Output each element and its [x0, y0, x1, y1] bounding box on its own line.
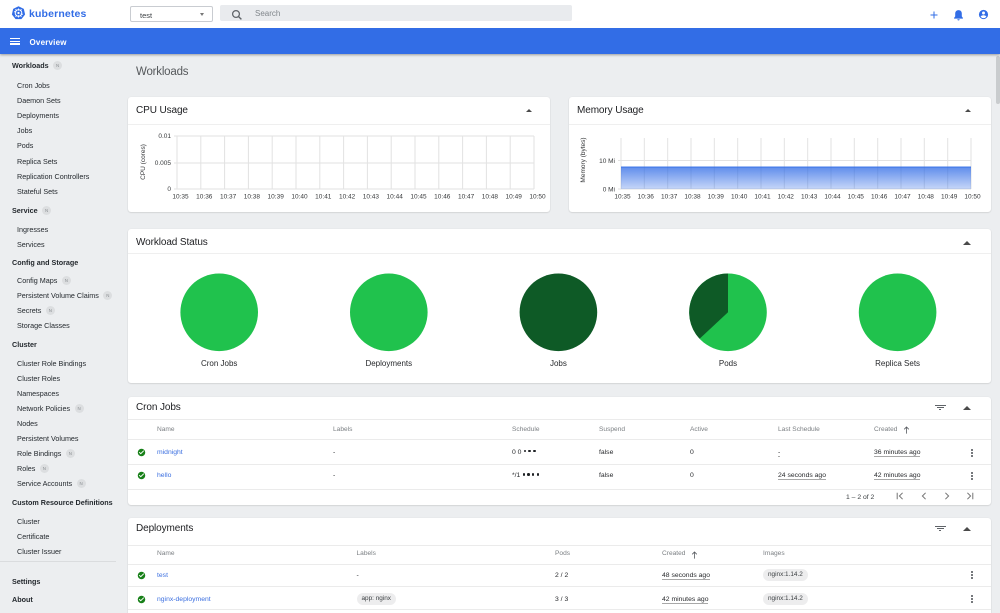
svg-text:10:35: 10:35	[614, 194, 631, 201]
svg-text:10:41: 10:41	[315, 194, 332, 201]
svg-text:10:40: 10:40	[291, 194, 308, 201]
svg-text:10:42: 10:42	[778, 194, 795, 201]
svg-text:CPU (cores): CPU (cores)	[140, 144, 147, 180]
svg-text:10:46: 10:46	[871, 194, 888, 201]
svg-text:0 Mi: 0 Mi	[603, 187, 615, 194]
svg-text:10:36: 10:36	[196, 194, 213, 201]
svg-text:10:44: 10:44	[387, 194, 404, 201]
svg-text:10:50: 10:50	[529, 194, 546, 201]
svg-text:10:47: 10:47	[458, 194, 475, 201]
svg-text:10:42: 10:42	[339, 194, 356, 201]
svg-text:10:36: 10:36	[638, 194, 655, 201]
svg-text:10:46: 10:46	[434, 194, 451, 201]
svg-text:10:48: 10:48	[918, 194, 935, 201]
svg-text:10:50: 10:50	[964, 194, 981, 201]
svg-text:10:38: 10:38	[244, 194, 261, 201]
svg-text:10:45: 10:45	[848, 194, 865, 201]
svg-text:0: 0	[167, 186, 171, 193]
svg-text:10:38: 10:38	[684, 194, 701, 201]
svg-text:10:45: 10:45	[410, 194, 427, 201]
svg-text:10:43: 10:43	[801, 194, 818, 201]
svg-text:10:39: 10:39	[708, 194, 725, 201]
svg-text:Memory (bytes): Memory (bytes)	[580, 137, 587, 182]
svg-text:10:37: 10:37	[661, 194, 678, 201]
svg-text:10:49: 10:49	[506, 194, 523, 201]
svg-text:10:47: 10:47	[894, 194, 911, 201]
svg-text:10:40: 10:40	[731, 194, 748, 201]
svg-text:10:41: 10:41	[754, 194, 771, 201]
svg-text:10:48: 10:48	[482, 194, 499, 201]
svg-text:10:44: 10:44	[824, 194, 841, 201]
svg-text:10 Mi: 10 Mi	[599, 158, 615, 165]
svg-text:10:35: 10:35	[172, 194, 189, 201]
svg-text:10:39: 10:39	[268, 194, 285, 201]
svg-text:0.01: 0.01	[158, 133, 171, 140]
svg-text:0.005: 0.005	[155, 160, 172, 167]
svg-text:10:37: 10:37	[220, 194, 237, 201]
svg-text:10:43: 10:43	[363, 194, 380, 201]
svg-text:10:49: 10:49	[941, 194, 958, 201]
